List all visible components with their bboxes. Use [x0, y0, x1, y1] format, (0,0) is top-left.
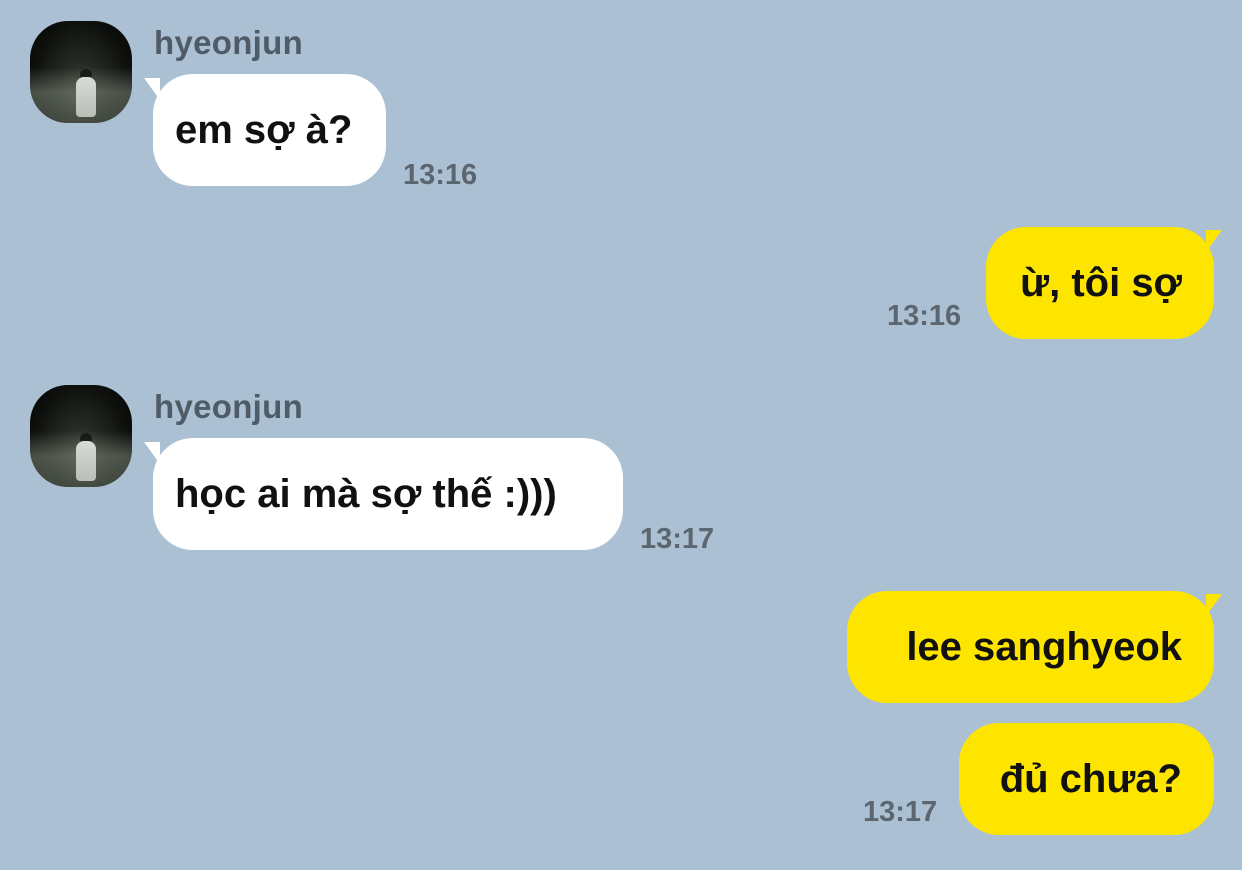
profile-avatar[interactable] [30, 21, 132, 123]
message-timestamp: 13:16 [887, 300, 962, 332]
sender-name: hyeonjun [154, 24, 304, 61]
sender-name: hyeonjun [154, 388, 304, 425]
outgoing-message-bubble[interactable]: ừ, tôi sợ [986, 227, 1214, 339]
incoming-message-bubble[interactable]: học ai mà sợ thế :))) [153, 438, 623, 550]
incoming-message-bubble[interactable]: em sợ à? [153, 74, 386, 186]
message-timestamp: 13:17 [640, 523, 715, 555]
outgoing-message-bubble[interactable]: lee sanghyeok [847, 591, 1214, 703]
bubble-tail [1206, 230, 1222, 252]
avatar-photo-person [76, 77, 96, 117]
avatar-photo-person [76, 441, 96, 481]
outgoing-message-bubble[interactable]: đủ chưa? [959, 723, 1214, 835]
message-timestamp: 13:16 [403, 159, 478, 191]
profile-avatar[interactable] [30, 385, 132, 487]
bubble-tail [1206, 594, 1222, 616]
message-timestamp: 13:17 [863, 796, 938, 828]
